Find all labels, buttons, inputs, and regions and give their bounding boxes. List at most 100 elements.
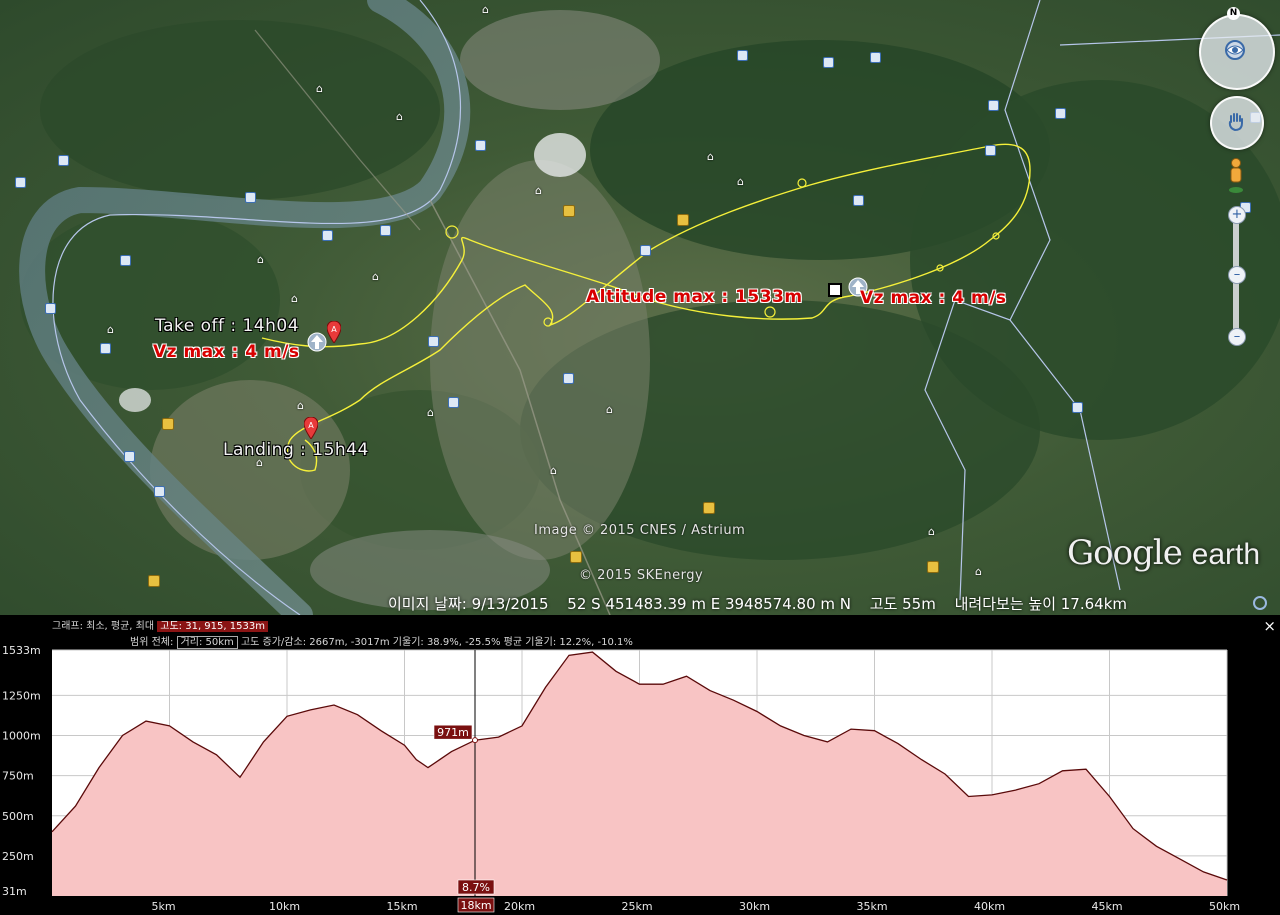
y-tick-label: 750m <box>2 770 34 783</box>
imagery-credit: Image © 2015 CNES / Astrium <box>534 523 746 538</box>
y-tick-label: 1250m <box>2 689 41 702</box>
altitude-max-marker-icon[interactable] <box>828 283 842 297</box>
place-icon[interactable] <box>563 373 574 384</box>
svg-text:A: A <box>308 421 314 430</box>
cursor-elevation-label: 971m <box>433 724 473 740</box>
thermal-arrow-icon[interactable] <box>307 332 327 352</box>
altitude-max-label: Altitude max : 1533m <box>586 287 803 307</box>
place-icon[interactable] <box>823 57 834 68</box>
place-icon[interactable] <box>120 255 131 266</box>
svg-text:A: A <box>331 325 337 334</box>
skenergy-credit: © 2015 SKEnergy <box>579 568 704 583</box>
map-view[interactable]: ⌂ ⌂ ⌂ ⌂ ⌂ ⌂ ⌂ ⌂ ⌂ ⌂ ⌂ ⌂ ⌂ ⌂ ⌂ ⌂ ⌂ A A Ta… <box>0 0 1280 615</box>
takeoff-pin-icon[interactable]: A <box>327 321 341 343</box>
x-tick-label: 35km <box>857 900 888 913</box>
ground-elevation: 고도 55m <box>869 595 936 613</box>
landmark-icon[interactable]: ⌂ <box>394 111 405 122</box>
compass-north-icon[interactable]: N <box>1227 7 1240 20</box>
place-icon[interactable] <box>245 192 256 203</box>
landmark-icon[interactable]: ⌂ <box>295 400 306 411</box>
imagery-date: 이미지 날짜: 9/13/2015 <box>388 595 549 613</box>
bank-icon[interactable] <box>703 502 715 514</box>
landmark-icon[interactable]: ⌂ <box>289 293 300 304</box>
bank-icon[interactable] <box>927 561 939 573</box>
svg-text:971m: 971m <box>437 726 469 739</box>
elevation-profile-panel: 그래프: 최소, 평균, 최대 고도: 31, 915, 1533m 범위 전체… <box>0 615 1280 915</box>
place-icon[interactable] <box>58 155 69 166</box>
landmark-icon[interactable]: ⌂ <box>255 254 266 265</box>
cursor-coordinates: 52 S 451483.39 m E 3948574.80 m N <box>567 595 851 613</box>
landing-label: Landing : 15h44 <box>223 440 369 460</box>
bank-icon[interactable] <box>148 575 160 587</box>
place-icon[interactable] <box>853 195 864 206</box>
landmark-icon[interactable]: ⌂ <box>105 324 116 335</box>
eye-icon[interactable] <box>1221 38 1249 62</box>
place-icon[interactable] <box>988 100 999 111</box>
landmark-icon[interactable]: ⌂ <box>705 151 716 162</box>
place-icon[interactable] <box>322 230 333 241</box>
y-tick-label: 1000m <box>2 730 41 743</box>
landmark-icon[interactable]: ⌂ <box>480 4 491 15</box>
landmark-icon[interactable]: ⌂ <box>926 526 937 537</box>
bank-icon[interactable] <box>162 418 174 430</box>
x-tick-label: 50km <box>1209 900 1240 913</box>
place-icon[interactable] <box>428 336 439 347</box>
zoom-in-button[interactable]: + <box>1228 206 1246 224</box>
place-icon[interactable] <box>124 451 135 462</box>
place-icon[interactable] <box>45 303 56 314</box>
place-icon[interactable] <box>1072 402 1083 413</box>
bank-icon[interactable] <box>677 214 689 226</box>
eye-altitude: 내려다보는 높이 17.64km <box>954 595 1128 613</box>
vz-max-left-label: Vz max : 4 m/s <box>153 342 300 362</box>
landmark-icon[interactable]: ⌂ <box>314 83 325 94</box>
place-icon[interactable] <box>100 343 111 354</box>
place-icon[interactable] <box>15 177 26 188</box>
svg-text:18km: 18km <box>460 899 491 912</box>
x-tick-label: 45km <box>1092 900 1123 913</box>
takeoff-label: Take off : 14h04 <box>155 316 300 336</box>
elevation-chart[interactable]: 31m 250m 500m 750m 1000m 1250m 1533m 5km 10km 15… <box>0 615 1280 915</box>
place-icon[interactable] <box>640 245 651 256</box>
landmark-icon[interactable]: ⌂ <box>533 185 544 196</box>
y-tick-label: 31m <box>2 885 27 898</box>
place-icon[interactable] <box>448 397 459 408</box>
google-earth-logo: Google earth <box>1067 533 1260 573</box>
street-view-pegman-icon[interactable] <box>1226 158 1246 194</box>
x-tick-label: 30km <box>739 900 770 913</box>
place-icon[interactable] <box>737 50 748 61</box>
logo-google-text: Google <box>1067 533 1183 573</box>
landmark-icon[interactable]: ⌂ <box>973 566 984 577</box>
place-icon[interactable] <box>154 486 165 497</box>
x-tick-label: 20km <box>504 900 535 913</box>
landmark-icon[interactable]: ⌂ <box>604 404 615 415</box>
landmark-icon[interactable]: ⌂ <box>425 407 436 418</box>
landmark-icon[interactable]: ⌂ <box>548 465 559 476</box>
landmark-icon[interactable]: ⌂ <box>370 271 381 282</box>
place-icon[interactable] <box>870 52 881 63</box>
y-tick-label: 1533m <box>2 644 41 657</box>
bank-icon[interactable] <box>563 205 575 217</box>
x-tick-label: 15km <box>387 900 418 913</box>
x-tick-label: 10km <box>269 900 300 913</box>
cursor-distance-label: 18km <box>457 897 495 913</box>
place-icon[interactable] <box>380 225 391 236</box>
cursor-point <box>472 737 478 744</box>
place-icon[interactable] <box>475 140 486 151</box>
streaming-indicator-icon <box>1253 596 1267 610</box>
place-icon[interactable] <box>985 145 996 156</box>
x-tick-label: 5km <box>152 900 176 913</box>
landmark-icon[interactable]: ⌂ <box>735 176 746 187</box>
zoom-out-button[interactable]: – <box>1228 328 1246 346</box>
cursor-slope-label: 8.7% <box>457 879 495 895</box>
svg-text:8.7%: 8.7% <box>462 881 490 894</box>
bank-icon[interactable] <box>570 551 582 563</box>
logo-earth-text: earth <box>1191 538 1261 571</box>
landing-pin-icon[interactable]: A <box>304 417 318 439</box>
y-tick-label: 500m <box>2 810 34 823</box>
place-icon[interactable] <box>1055 108 1066 119</box>
hand-icon[interactable] <box>1225 110 1247 132</box>
vz-max-right-label: Vz max : 4 m/s <box>860 288 1007 308</box>
zoom-handle[interactable]: – <box>1228 266 1246 284</box>
x-tick-label: 25km <box>622 900 653 913</box>
x-tick-label: 40km <box>974 900 1005 913</box>
